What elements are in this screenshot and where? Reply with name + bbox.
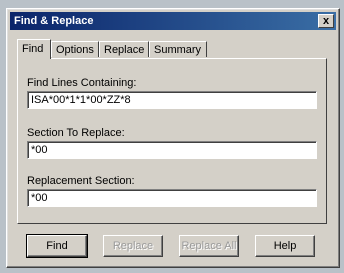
tab-summary-label: Summary [154, 44, 202, 56]
tab-find-label: Find [22, 43, 44, 55]
tab-find[interactable]: Find [17, 39, 51, 59]
close-icon: x [322, 15, 330, 27]
find-lines-label: Find Lines Containing: [27, 77, 137, 89]
help-button[interactable]: Help [255, 235, 315, 257]
tab-options-label: Options [56, 44, 94, 56]
close-button[interactable]: x [318, 14, 334, 28]
window-title: Find & Replace [14, 15, 94, 27]
section-to-replace-input[interactable] [27, 141, 317, 159]
tab-replace[interactable]: Replace [99, 41, 149, 57]
tab-replace-label: Replace [104, 44, 145, 56]
find-lines-input[interactable] [27, 91, 317, 109]
tab-options[interactable]: Options [51, 41, 99, 57]
tab-summary[interactable]: Summary [149, 41, 207, 57]
section-to-replace-label: Section To Replace: [27, 127, 125, 139]
replace-all-button[interactable]: Replace All [179, 235, 239, 257]
replacement-section-input[interactable] [27, 189, 317, 207]
find-button[interactable]: Find [26, 234, 88, 258]
replace-button[interactable]: Replace [103, 235, 163, 257]
replacement-section-label: Replacement Section: [27, 175, 135, 187]
title-bar[interactable]: Find & Replace x [10, 12, 336, 30]
find-replace-dialog: Find & Replace x Find Options Replace Su… [6, 8, 340, 268]
